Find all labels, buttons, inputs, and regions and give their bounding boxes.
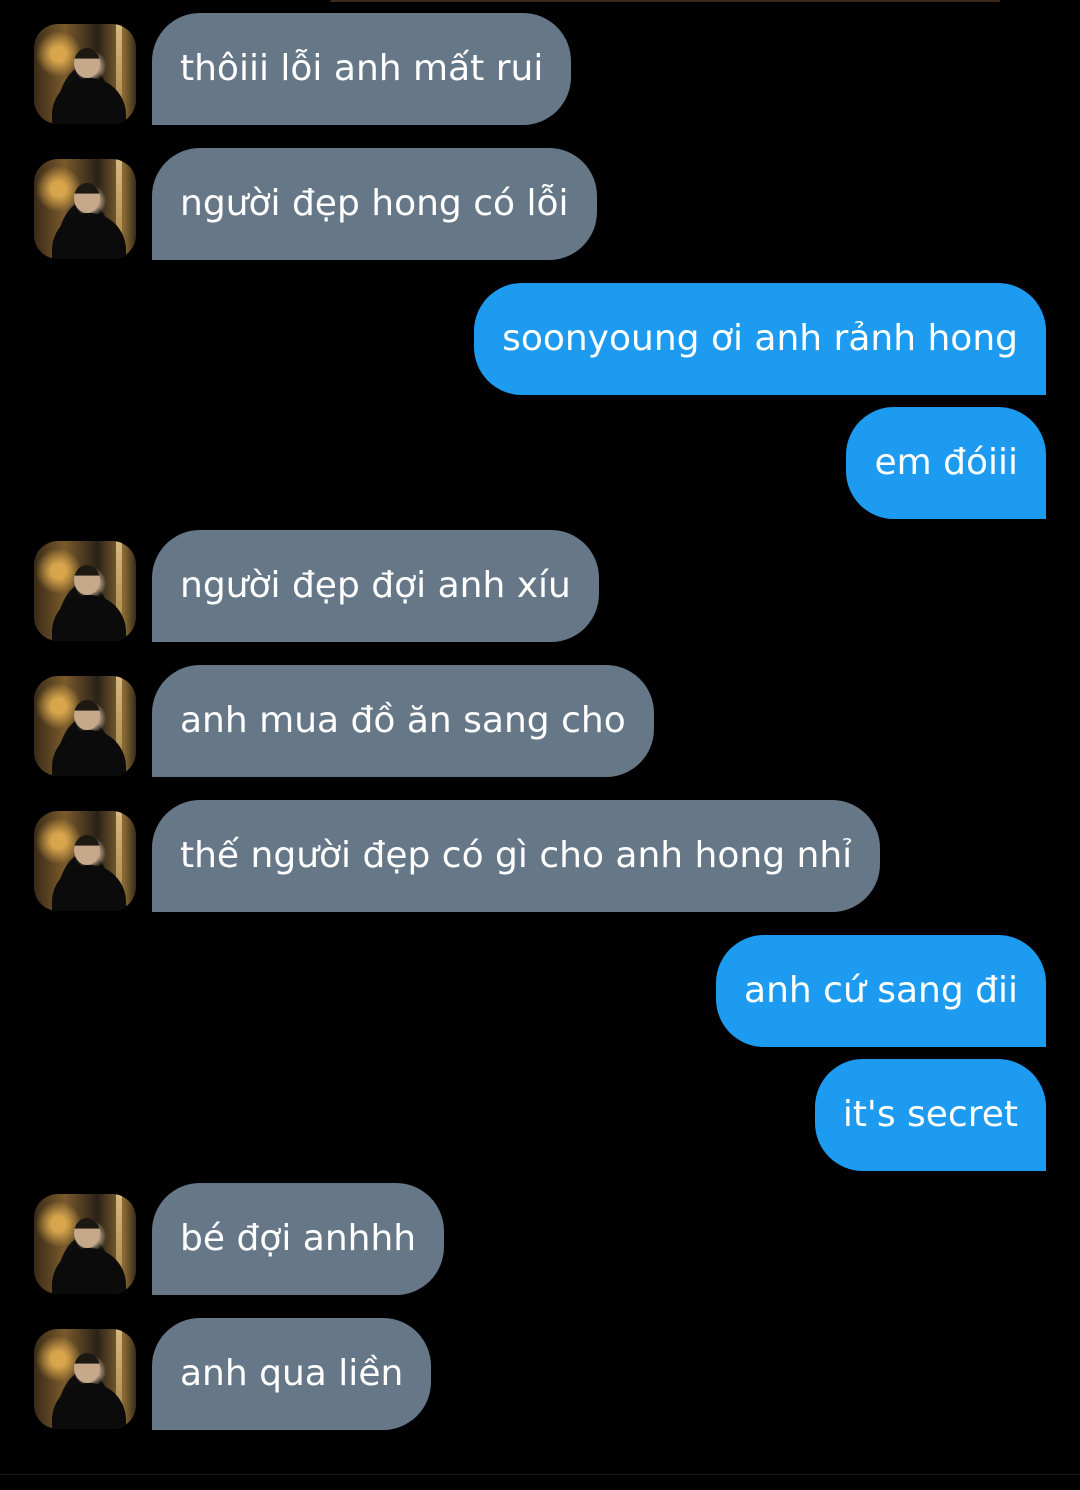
avatar-photo-detail [74, 835, 100, 865]
message-bubble-incoming[interactable]: người đẹp đợi anh xíu [152, 530, 599, 642]
avatar-photo-detail [52, 78, 126, 124]
avatar[interactable] [34, 676, 136, 776]
avatar[interactable] [34, 811, 136, 911]
avatar-photo-detail [52, 865, 126, 911]
avatar-photo-detail [52, 1248, 126, 1294]
divider [0, 1474, 1080, 1475]
avatar-photo-detail [74, 1353, 100, 1383]
avatar-photo-detail [52, 595, 126, 641]
message-bubble-incoming[interactable]: người đẹp hong có lỗi [152, 148, 597, 260]
avatar[interactable] [34, 1194, 136, 1294]
message-bubble-incoming[interactable]: thôiii lỗi anh mất rui [152, 13, 572, 125]
avatar-photo-detail [74, 48, 100, 78]
message-text: người đẹp đợi anh xíu [180, 565, 571, 606]
avatar-photo-detail [74, 700, 100, 730]
message-bubble-incoming[interactable]: anh mua đồ ăn sang cho [152, 665, 654, 777]
message-bubble-outgoing[interactable]: em đóiii [846, 407, 1046, 519]
message-bubble-outgoing[interactable]: it's secret [814, 1059, 1046, 1171]
message-text: thế người đẹp có gì cho anh hong nhỉ [180, 835, 853, 876]
message-text: anh cứ sang đii [744, 970, 1018, 1011]
message-bubble-outgoing[interactable]: soonyoung ơi anh rảnh hong [474, 283, 1046, 395]
message-text: it's secret [842, 1094, 1018, 1135]
avatar[interactable] [34, 1329, 136, 1429]
message-text: em đóiii [874, 442, 1018, 483]
avatar-photo-detail [74, 565, 100, 595]
avatar[interactable] [34, 541, 136, 641]
avatar[interactable] [34, 24, 136, 124]
avatar-photo-detail [52, 213, 126, 259]
message-bubble-outgoing[interactable]: anh cứ sang đii [716, 935, 1046, 1047]
message-bubble-incoming[interactable]: anh qua liền [152, 1318, 432, 1430]
message-text: anh qua liền [180, 1353, 404, 1394]
avatar[interactable] [34, 159, 136, 259]
message-text: bé đợi anhhh [180, 1218, 417, 1259]
message-thread[interactable]: thôiii lỗi anh mất rui người đẹp hong có… [0, 0, 1080, 1490]
message-text: thôiii lỗi anh mất rui [180, 48, 544, 89]
message-bubble-incoming[interactable]: thế người đẹp có gì cho anh hong nhỉ [152, 800, 881, 912]
avatar-photo-detail [74, 1218, 100, 1248]
avatar-photo-detail [52, 1383, 126, 1429]
message-text: anh mua đồ ăn sang cho [180, 700, 626, 741]
message-text: soonyoung ơi anh rảnh hong [502, 318, 1018, 359]
message-text: người đẹp hong có lỗi [180, 183, 569, 224]
avatar-photo-detail [74, 183, 100, 213]
message-bubble-incoming[interactable]: bé đợi anhhh [152, 1183, 445, 1295]
avatar-photo-detail [52, 730, 126, 776]
